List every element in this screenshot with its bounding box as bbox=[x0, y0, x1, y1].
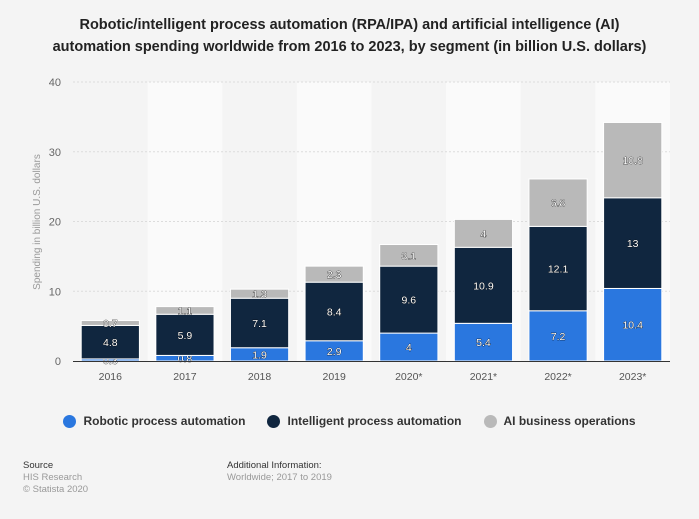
data-label: 4 bbox=[406, 342, 412, 354]
x-tick-label: 2019 bbox=[323, 371, 347, 383]
copyright-text: © Statista 2020 bbox=[23, 484, 89, 495]
y-tick-label: 10 bbox=[49, 286, 61, 298]
x-tick-label: 2021* bbox=[470, 371, 497, 383]
legend-label: Intelligent process automation bbox=[287, 414, 462, 428]
data-label: 13 bbox=[627, 238, 639, 250]
legend-marker bbox=[267, 414, 281, 428]
data-label: 7.1 bbox=[252, 318, 267, 330]
data-label: 5.4 bbox=[476, 337, 491, 349]
legend-item-intelligent-process-automation[interactable]: Intelligent process automation bbox=[267, 414, 462, 428]
data-label: 10.8 bbox=[622, 155, 643, 167]
stacked-bar-chart: 0 10 20 30 40 Spending in billion U.S. dollar… bbox=[32, 77, 670, 383]
data-label: 2.3 bbox=[327, 269, 342, 281]
legend-marker bbox=[483, 414, 497, 428]
legend-item-robotic-process-automation[interactable]: Robotic process automation bbox=[63, 414, 245, 428]
data-label: 5.9 bbox=[178, 330, 193, 342]
data-label: 0.7 bbox=[103, 318, 118, 330]
y-tick-label: 30 bbox=[49, 147, 61, 159]
x-tick-label: 2022* bbox=[544, 371, 571, 383]
x-tick-label: 2023* bbox=[619, 371, 646, 383]
legend-item-ai-business-operations[interactable]: AI business operations bbox=[483, 414, 636, 428]
data-label: 1.1 bbox=[178, 305, 193, 317]
y-tick-label: 0 bbox=[55, 356, 61, 368]
data-label: 4 bbox=[481, 228, 487, 240]
data-label: 8.4 bbox=[327, 306, 342, 318]
x-tick-label: 2018 bbox=[248, 371, 272, 383]
legend-marker bbox=[63, 414, 77, 428]
x-tick-label: 2017 bbox=[173, 371, 197, 383]
source-block: Source HIS Research © Statista 2020 bbox=[23, 460, 88, 496]
y-axis-title: Spending in billion U.S. dollars bbox=[32, 154, 43, 290]
data-label: 3.1 bbox=[402, 250, 417, 262]
x-tick-label: 2016 bbox=[99, 371, 123, 383]
legend-label: AI business operations bbox=[503, 414, 636, 428]
x-tick-label: 2020* bbox=[395, 371, 422, 383]
data-label: 7.2 bbox=[551, 331, 566, 343]
data-label: 10.4 bbox=[622, 320, 643, 332]
additional-info-text: Worldwide; 2017 to 2019 bbox=[227, 472, 332, 483]
data-label: 4.8 bbox=[103, 337, 118, 349]
additional-info-block: Additional Information: Worldwide; 2017 … bbox=[227, 460, 332, 484]
y-tick-label: 40 bbox=[49, 77, 61, 89]
data-label: 12.1 bbox=[548, 264, 569, 276]
data-label: 9.6 bbox=[402, 295, 417, 307]
y-tick-label: 20 bbox=[49, 217, 61, 229]
chart-legend: Robotic process automation Intelligent p… bbox=[0, 414, 699, 428]
source-name[interactable]: HIS Research bbox=[23, 472, 88, 484]
data-label: 2.9 bbox=[327, 346, 342, 358]
data-label: 1.3 bbox=[252, 289, 267, 301]
data-label: 1.9 bbox=[252, 349, 267, 361]
additional-info-label: Additional Information: bbox=[227, 460, 322, 471]
legend-label: Robotic process automation bbox=[83, 414, 246, 428]
data-label: 10.9 bbox=[473, 280, 494, 292]
source-label: Source bbox=[23, 460, 54, 471]
data-label: 6.8 bbox=[551, 198, 566, 210]
